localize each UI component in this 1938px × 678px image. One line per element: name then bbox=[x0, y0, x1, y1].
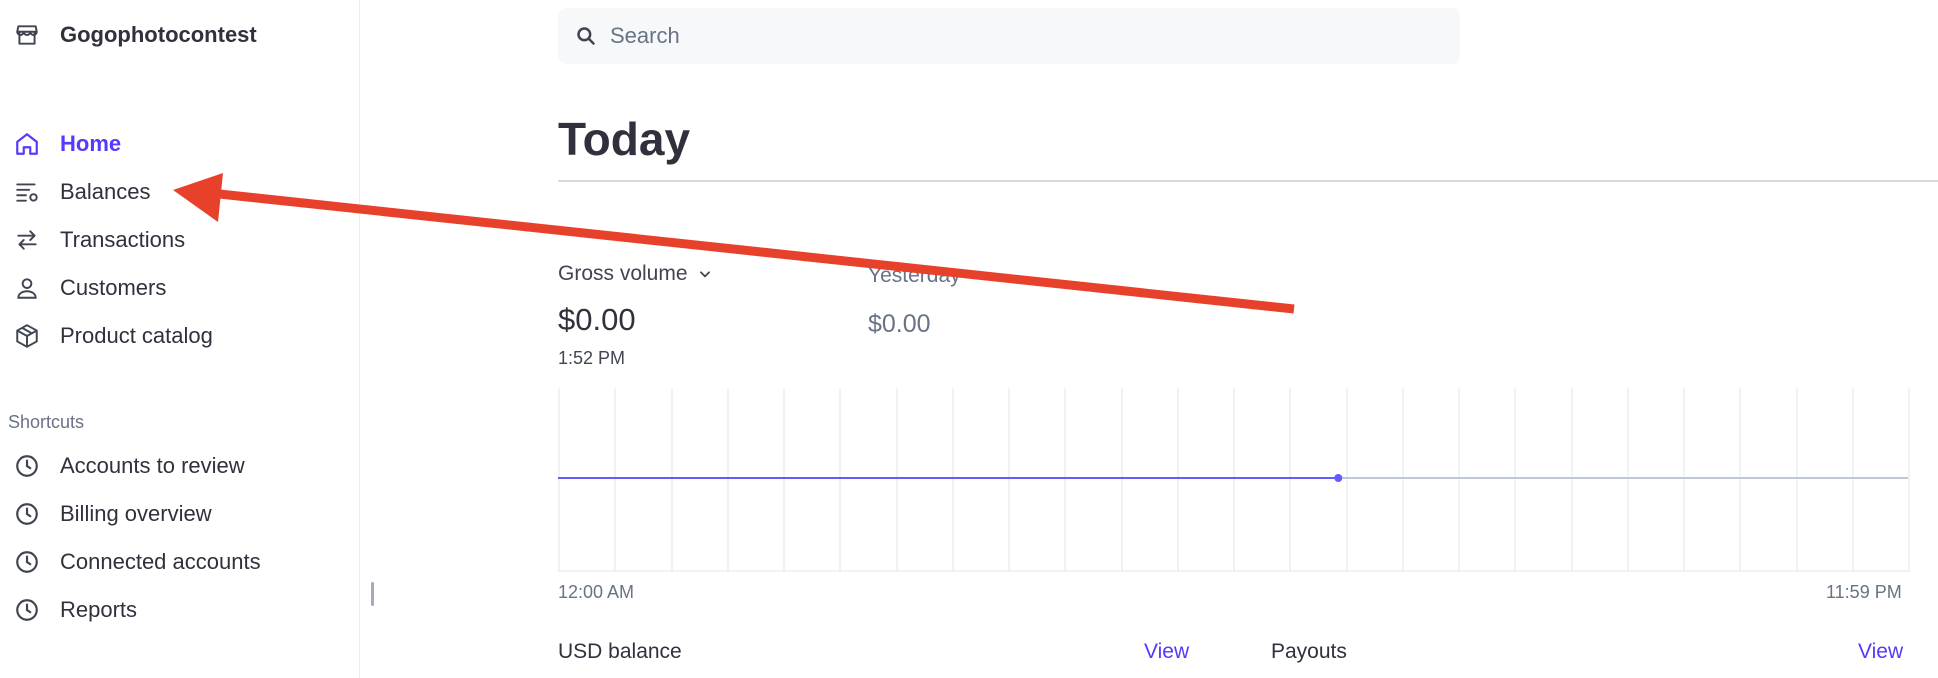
nav-item-balances[interactable]: Balances bbox=[14, 168, 213, 216]
payouts-view-link[interactable]: View bbox=[1858, 640, 1903, 664]
shortcut-label: Reports bbox=[60, 597, 138, 622]
metric-time: 1:52 PM bbox=[558, 348, 626, 368]
nav-item-product-catalog[interactable]: Product catalog bbox=[14, 312, 213, 360]
shortcut-accounts-to-review[interactable]: Accounts to review bbox=[14, 442, 261, 490]
account-switcher[interactable]: Gogophotocontest bbox=[14, 22, 257, 48]
divider bbox=[558, 180, 1938, 182]
search-input[interactable] bbox=[610, 23, 1410, 49]
shortcuts-heading: Shortcuts bbox=[8, 412, 85, 432]
box-icon bbox=[14, 323, 40, 349]
nav-item-label: Customers bbox=[60, 275, 167, 300]
nav-item-transactions[interactable]: Transactions bbox=[14, 216, 213, 264]
clock-icon bbox=[14, 597, 40, 623]
clock-icon bbox=[14, 501, 40, 527]
compare-value: $0.00 bbox=[868, 310, 931, 338]
x-axis-start-label: 12:00 AM bbox=[558, 582, 635, 602]
current-time-point bbox=[1334, 474, 1343, 482]
person-icon bbox=[14, 275, 40, 301]
usd-balance-view-link[interactable]: View bbox=[1144, 640, 1189, 664]
nav-item-label: Balances bbox=[60, 179, 151, 204]
nav-item-label: Home bbox=[60, 131, 122, 156]
compare-label: Yesterday bbox=[868, 264, 961, 287]
sidebar: Gogophotocontest Home Balances Transacti… bbox=[0, 0, 360, 678]
shortcuts-list: Accounts to review Billing overview Conn… bbox=[14, 442, 261, 634]
shortcut-label: Connected accounts bbox=[60, 549, 261, 574]
chevron-down-icon bbox=[698, 267, 712, 281]
gross-volume-chart bbox=[558, 388, 1910, 572]
x-axis-end-label: 11:59 PM bbox=[1826, 582, 1902, 602]
metric-value: $0.00 bbox=[558, 302, 636, 337]
nav-item-home[interactable]: Home bbox=[14, 120, 213, 168]
shortcut-billing-overview[interactable]: Billing overview bbox=[14, 490, 261, 538]
store-icon bbox=[14, 22, 40, 48]
payouts-label: Payouts bbox=[1271, 640, 1347, 663]
usd-balance-label: USD balance bbox=[558, 640, 682, 663]
nav-item-customers[interactable]: Customers bbox=[14, 264, 213, 312]
shortcut-label: Billing overview bbox=[60, 501, 212, 526]
main-nav: Home Balances Transactions Customers Pro… bbox=[14, 120, 213, 360]
arrows-swap-icon bbox=[14, 227, 40, 253]
metric-name: Gross volume bbox=[558, 262, 688, 285]
home-icon bbox=[14, 131, 40, 157]
metric-selector[interactable]: Gross volume bbox=[558, 262, 712, 286]
nav-item-label: Product catalog bbox=[60, 323, 213, 348]
annotation-arrow-shaft bbox=[209, 188, 1295, 314]
search-icon bbox=[576, 26, 596, 46]
shortcut-connected-accounts[interactable]: Connected accounts bbox=[14, 538, 261, 586]
clock-icon bbox=[14, 549, 40, 575]
page-title: Today bbox=[558, 113, 691, 165]
account-name: Gogophotocontest bbox=[60, 22, 257, 47]
balances-icon bbox=[14, 179, 40, 205]
nav-item-label: Transactions bbox=[60, 227, 186, 252]
clock-icon bbox=[14, 453, 40, 479]
search-bar[interactable] bbox=[558, 8, 1460, 64]
shortcut-label: Accounts to review bbox=[60, 453, 245, 478]
shortcut-reports[interactable]: Reports bbox=[14, 586, 261, 634]
sidebar-resize-handle[interactable] bbox=[371, 582, 374, 606]
